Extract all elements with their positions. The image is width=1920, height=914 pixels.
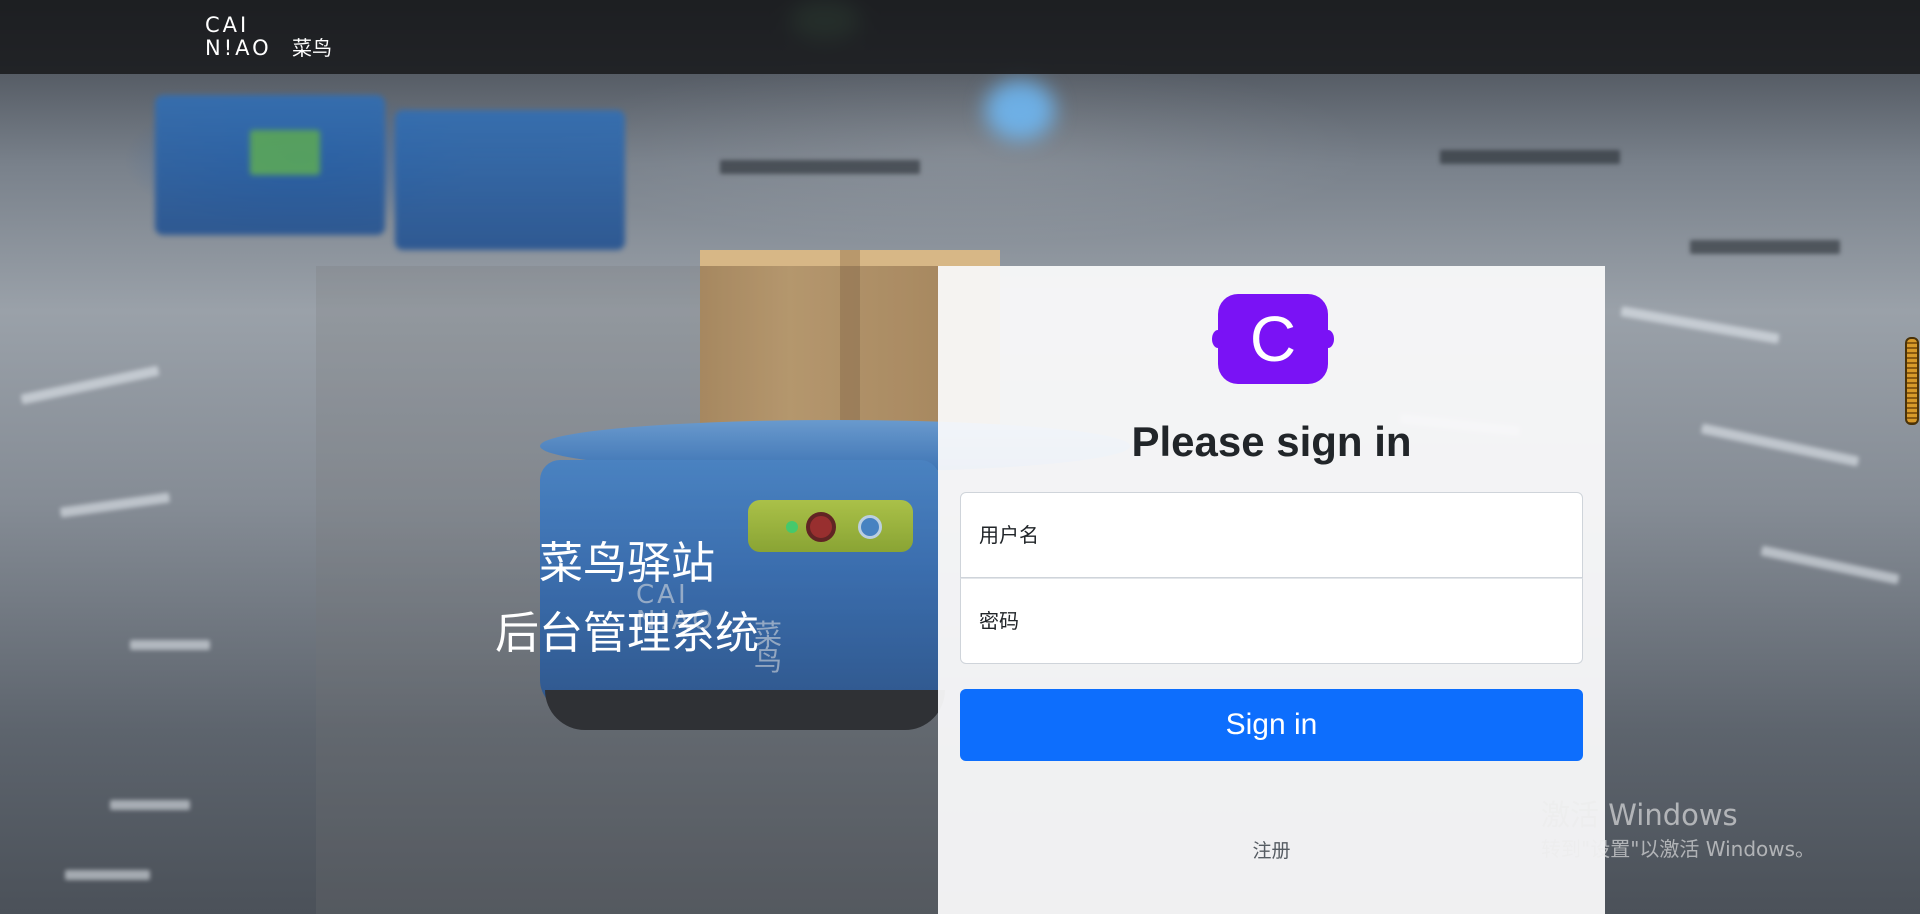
- floor-stripe: [59, 492, 171, 518]
- brand-logo-line1: CAI: [205, 13, 250, 37]
- page-title: Please sign in: [1131, 418, 1412, 465]
- top-header: CAI N!AO 菜鸟: [0, 0, 1920, 74]
- floor-stripe: [1760, 545, 1900, 585]
- floor-stripe: [65, 870, 150, 880]
- windows-activation-watermark: 激活 Windows 转到"设置"以激活 Windows。: [1541, 796, 1815, 864]
- hero-slogan: 菜鸟驿站 后台管理系统: [316, 529, 938, 669]
- watermark-line1: 激活 Windows: [1541, 798, 1738, 832]
- register-link[interactable]: 注册: [938, 836, 1605, 863]
- scrollbar-handle[interactable]: [1905, 337, 1919, 425]
- floor-stripe: [1700, 423, 1860, 467]
- background-light: [985, 80, 1055, 140]
- brand-logo-cn: 菜鸟: [292, 36, 332, 60]
- background-bin: [395, 110, 625, 250]
- sign-in-button[interactable]: Sign in: [960, 689, 1583, 761]
- watermark-line2: 转到"设置"以激活 Windows。: [1541, 837, 1816, 861]
- floor-stripe: [110, 800, 190, 810]
- hero-panel: 菜鸟驿站 后台管理系统: [316, 266, 938, 914]
- username-input[interactable]: [960, 492, 1583, 578]
- app-logo-icon: C: [1212, 294, 1334, 384]
- brand-logo[interactable]: CAI N!AO 菜鸟: [205, 13, 332, 60]
- floor-stripe: [130, 640, 210, 650]
- password-input[interactable]: [960, 578, 1583, 664]
- hero-slogan-line2: 后台管理系统: [495, 608, 759, 659]
- floor-stripe: [20, 365, 160, 405]
- floor-stripe: [1690, 240, 1840, 254]
- login-form: C Please sign in Sign in 注册: [938, 266, 1605, 914]
- app-logo-letter: C: [1249, 303, 1297, 375]
- background-bin: [155, 95, 385, 235]
- hero-slogan-line1: 菜鸟驿站: [539, 538, 715, 589]
- floor-stripe: [720, 160, 920, 174]
- floor-stripe: [1620, 306, 1780, 344]
- brand-logo-line2: N!AO: [205, 36, 272, 60]
- floor-stripe: [1440, 150, 1620, 164]
